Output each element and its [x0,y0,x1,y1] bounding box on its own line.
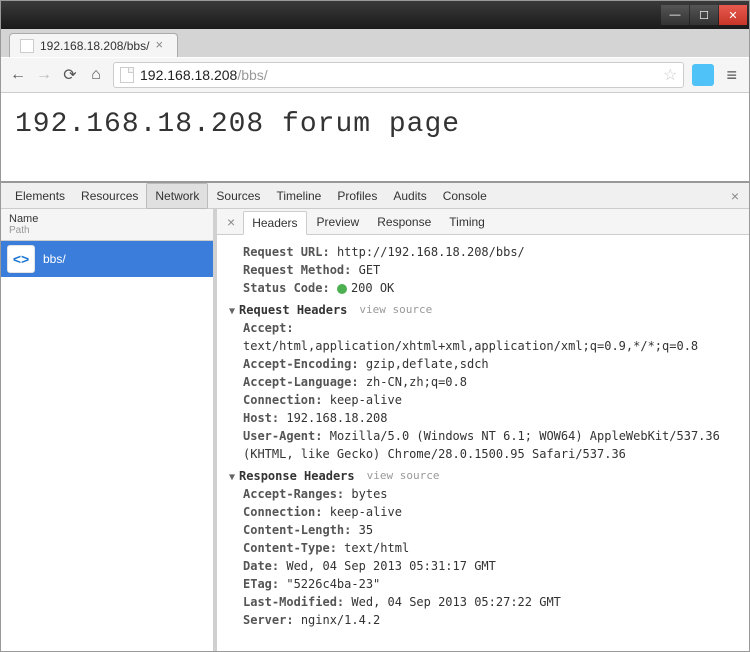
header-user-agent: User-Agent: Mozilla/5.0 (Windows NT 6.1;… [243,427,737,463]
detail-close-icon[interactable]: × [221,214,241,230]
header-etag: ETag: "5226c4ba-23" [243,575,737,593]
network-request-list: Name Path <> bbs/ [1,209,217,651]
network-list-header[interactable]: Name Path [1,209,213,241]
header-accept: Accept: text/html,application/xhtml+xml,… [243,319,737,355]
url-path: /bbs/ [237,67,267,83]
page-content: 192.168.18.208 forum page [1,93,749,183]
request-method-line: Request Method: GET [243,261,737,279]
browser-toolbar: ← → ⟳ ⌂ 192.168.18.208/bbs/ ☆ ≡ [1,57,749,93]
extension-button[interactable] [692,64,714,86]
request-url-line: Request URL: http://192.168.18.208/bbs/ [243,243,737,261]
tab-elements[interactable]: Elements [7,184,73,208]
tab-timeline[interactable]: Timeline [268,184,329,208]
value-request-method: GET [359,263,381,277]
devtools-body: Name Path <> bbs/ × Headers Preview Resp… [1,209,749,651]
header-accept-ranges: Accept-Ranges: bytes [243,485,737,503]
response-headers-section[interactable]: ▼ Response Headers view source [229,467,737,485]
detail-tab-response[interactable]: Response [369,211,439,233]
window-maximize-button[interactable]: ☐ [690,5,718,25]
list-header-name: Name [9,213,205,225]
page-icon [120,67,134,83]
browser-tab[interactable]: 192.168.18.208/bbs/ × [9,33,178,57]
document-icon: <> [7,245,35,273]
tab-network[interactable]: Network [146,183,208,209]
network-detail-panel: × Headers Preview Response Timing Reques… [217,209,749,651]
window-minimize-button[interactable]: — [661,5,689,25]
tab-resources[interactable]: Resources [73,184,146,208]
back-button[interactable]: ← [9,66,27,84]
triangle-down-icon: ▼ [229,306,235,317]
hamburger-menu-icon[interactable]: ≡ [722,65,741,86]
address-bar[interactable]: 192.168.18.208/bbs/ ☆ [113,62,684,88]
url-host: 192.168.18.208 [140,67,237,83]
header-date: Date: Wed, 04 Sep 2013 05:31:17 GMT [243,557,737,575]
tab-title: 192.168.18.208/bbs/ [40,39,149,53]
window-close-button[interactable]: ✕ [719,5,747,25]
browser-tab-bar: 192.168.18.208/bbs/ × [1,29,749,57]
network-request-row[interactable]: <> bbs/ [1,241,213,277]
url-text: 192.168.18.208/bbs/ [140,67,657,83]
label-request-url: Request URL: [243,245,330,259]
tab-audits[interactable]: Audits [385,184,434,208]
request-headers-section[interactable]: ▼ Request Headers view source [229,301,737,319]
response-headers-label: Response Headers [239,469,355,483]
status-dot-icon [337,284,347,294]
label-status-code: Status Code: [243,281,330,295]
document-icon-glyph: <> [13,251,29,267]
devtools-close-icon[interactable]: × [727,188,743,204]
header-connection: Connection: keep-alive [243,391,737,409]
tab-profiles[interactable]: Profiles [329,184,385,208]
reload-button[interactable]: ⟳ [61,66,79,84]
header-connection-resp: Connection: keep-alive [243,503,737,521]
detail-tabs: × Headers Preview Response Timing [217,209,749,235]
home-button[interactable]: ⌂ [87,66,105,84]
header-host: Host: 192.168.18.208 [243,409,737,427]
detail-tab-preview[interactable]: Preview [309,211,368,233]
list-header-path: Path [9,225,205,236]
header-last-modified: Last-Modified: Wed, 04 Sep 2013 05:27:22… [243,593,737,611]
request-name: bbs/ [43,252,66,266]
value-request-url: http://192.168.18.208/bbs/ [337,245,525,259]
window-titlebar: — ☐ ✕ [1,1,749,29]
label-request-method: Request Method: [243,263,351,277]
value-status-code: 200 OK [351,281,394,295]
triangle-down-icon: ▼ [229,472,235,483]
tab-sources[interactable]: Sources [208,184,268,208]
devtools-tabs: Elements Resources Network Sources Timel… [1,183,749,209]
view-source-link[interactable]: view source [367,468,440,485]
headers-body: Request URL: http://192.168.18.208/bbs/ … [217,235,749,651]
status-code-line: Status Code: 200 OK [243,279,737,297]
tab-favicon-icon [20,39,34,53]
devtools-panel: Elements Resources Network Sources Timel… [1,183,749,651]
page-heading: 192.168.18.208 forum page [15,109,735,140]
tab-close-icon[interactable]: × [155,40,167,52]
view-source-link[interactable]: view source [359,302,432,319]
detail-tab-timing[interactable]: Timing [441,211,493,233]
header-content-type: Content-Type: text/html [243,539,737,557]
header-content-length: Content-Length: 35 [243,521,737,539]
header-accept-language: Accept-Language: zh-CN,zh;q=0.8 [243,373,737,391]
header-accept-encoding: Accept-Encoding: gzip,deflate,sdch [243,355,737,373]
tab-console[interactable]: Console [435,184,495,208]
header-server: Server: nginx/1.4.2 [243,611,737,629]
request-headers-label: Request Headers [239,303,347,317]
detail-tab-headers[interactable]: Headers [243,211,306,235]
bookmark-star-icon[interactable]: ☆ [663,65,677,85]
forward-button[interactable]: → [35,66,53,84]
